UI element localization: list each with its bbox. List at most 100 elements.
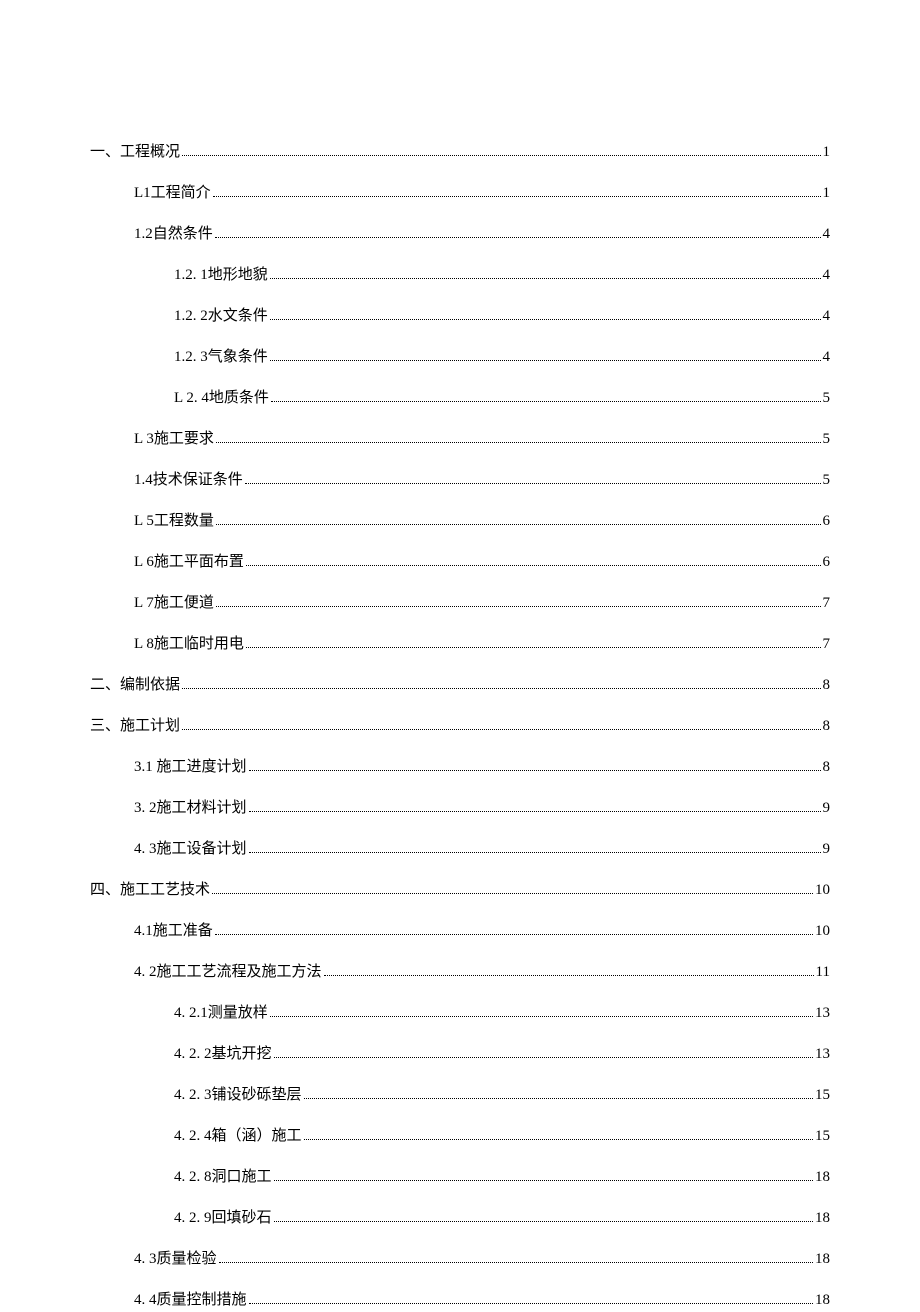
toc-entry-label: 1.2. 2水文条件 [174,304,268,328]
toc-entry-page: 8 [823,714,831,738]
toc-entry: 一、工程概况 1 [90,140,830,164]
table-of-contents: 一、工程概况1L1工程简介11.2自然条件41.2. 1地形地貌41.2. 2水… [90,140,830,1312]
toc-entry: 3. 2施工材料计划 9 [90,796,830,820]
toc-entry: 4. 2. 4箱（涵）施工 15 [90,1124,830,1148]
toc-entry-leader [249,811,821,812]
toc-entry-label: L1工程简介 [134,181,211,205]
toc-entry-label: 1.4技术保证条件 [134,468,243,492]
toc-entry-label: 4.1施工准备 [134,919,213,943]
toc-entry: L 7施工便道 7 [90,591,830,615]
toc-entry-page: 9 [823,837,831,861]
toc-entry-label: 4. 2施工工艺流程及施工方法 [134,960,322,984]
toc-entry-label: L 6施工平面布置 [134,550,244,574]
toc-entry-page: 9 [823,796,831,820]
toc-entry-leader [270,360,821,361]
toc-entry-page: 4 [823,304,831,328]
toc-entry-leader [249,1303,813,1304]
toc-entry: 4. 4质量控制措施 18 [90,1288,830,1312]
toc-entry: 1.2. 2水文条件 4 [90,304,830,328]
toc-entry: 3.1 施工进度计划 8 [90,755,830,779]
toc-entry: L 6施工平面布置 6 [90,550,830,574]
toc-entry-label: L 8施工临时用电 [134,632,244,656]
toc-entry-label: 1.2自然条件 [134,222,213,246]
toc-entry-page: 11 [816,960,830,984]
toc-entry-page: 5 [823,427,831,451]
toc-entry: L 5工程数量 6 [90,509,830,533]
toc-entry-page: 1 [823,140,831,164]
toc-entry: L 2. 4地质条件5 [90,386,830,410]
toc-entry-page: 15 [815,1083,830,1107]
toc-entry-label: 3. 2施工材料计划 [134,796,247,820]
toc-entry-page: 18 [815,1165,830,1189]
toc-entry: 1.4技术保证条件 5 [90,468,830,492]
toc-entry-leader [246,565,821,566]
toc-entry-leader [270,1016,813,1017]
toc-entry-page: 8 [823,673,831,697]
toc-entry: 4.1施工准备10 [90,919,830,943]
toc-entry-page: 15 [815,1124,830,1148]
toc-entry-leader [274,1221,813,1222]
toc-entry-leader [249,852,821,853]
toc-entry-label: 4. 2.1测量放样 [174,1001,268,1025]
toc-entry-page: 7 [823,632,831,656]
toc-entry-page: 5 [823,468,831,492]
toc-entry-leader [215,934,813,935]
toc-entry-label: 4. 2. 4箱（涵）施工 [174,1124,302,1148]
toc-entry-leader [215,237,821,238]
toc-entry: 1.2. 1地形地貌4 [90,263,830,287]
toc-entry-label: 4. 2. 9回填砂石 [174,1206,272,1230]
toc-entry: 1.2自然条件 4 [90,222,830,246]
toc-entry-label: 4. 2. 2基坑开挖 [174,1042,272,1066]
toc-entry-label: 一、工程概况 [90,140,180,164]
toc-entry-label: 4. 4质量控制措施 [134,1288,247,1312]
toc-entry-leader [304,1098,813,1099]
toc-entry: L 8施工临时用电 7 [90,632,830,656]
toc-entry-leader [245,483,821,484]
toc-entry-label: L 5工程数量 [134,509,214,533]
toc-entry-page: 6 [823,509,831,533]
toc-entry-leader [182,729,820,730]
toc-entry-leader [182,688,820,689]
toc-entry-page: 5 [823,386,831,410]
toc-entry-page: 4 [823,345,831,369]
toc-entry-leader [182,155,820,156]
toc-entry: 4. 2. 3铺设砂砾垫层15 [90,1083,830,1107]
toc-entry-page: 7 [823,591,831,615]
toc-entry-leader [216,606,821,607]
toc-entry-leader [274,1180,813,1181]
toc-entry-label: 1.2. 3气象条件 [174,345,268,369]
toc-entry-leader [212,893,813,894]
toc-entry-page: 4 [823,222,831,246]
toc-entry-page: 18 [815,1206,830,1230]
toc-entry: L1工程简介 1 [90,181,830,205]
toc-entry-leader [271,401,821,402]
toc-entry: 四、施工工艺技术 10 [90,878,830,902]
toc-entry-leader [219,1262,813,1263]
toc-entry: 4. 2. 8洞口施工 18 [90,1165,830,1189]
toc-entry-label: 4. 3质量检验 [134,1247,217,1271]
toc-entry-label: 二、编制依据 [90,673,180,697]
toc-entry: 4. 2.1测量放样 13 [90,1001,830,1025]
toc-entry: 4. 2. 2基坑开挖13 [90,1042,830,1066]
toc-entry-page: 8 [823,755,831,779]
toc-entry-leader [324,975,814,976]
toc-entry-label: L 7施工便道 [134,591,214,615]
toc-entry-leader [270,319,821,320]
toc-entry-leader [216,524,821,525]
toc-entry-label: 4. 3施工设备计划 [134,837,247,861]
toc-entry-leader [246,647,821,648]
toc-entry-label: 四、施工工艺技术 [90,878,210,902]
toc-entry-label: 3.1 施工进度计划 [134,755,247,779]
toc-entry-page: 1 [823,181,831,205]
toc-entry-leader [213,196,821,197]
toc-entry-page: 10 [815,878,830,902]
toc-entry-page: 6 [823,550,831,574]
toc-entry-page: 13 [815,1001,830,1025]
toc-entry-label: 4. 2. 8洞口施工 [174,1165,272,1189]
toc-entry-page: 18 [815,1288,830,1312]
toc-entry: 4. 3施工设备计划 9 [90,837,830,861]
toc-entry: 三、施工计划8 [90,714,830,738]
toc-entry-leader [270,278,821,279]
toc-entry: 二、编制依据 8 [90,673,830,697]
toc-entry-label: 1.2. 1地形地貌 [174,263,268,287]
